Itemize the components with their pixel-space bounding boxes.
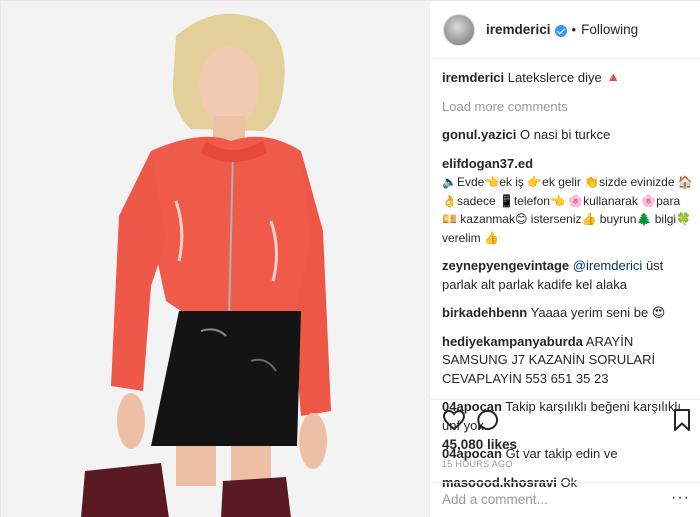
- comment-item: gonul.yazici O nasi bi turkce: [442, 126, 694, 145]
- bookmark-icon[interactable]: [670, 408, 694, 432]
- add-comment-input[interactable]: [442, 492, 662, 507]
- post-sidebar: iremderici • Following iremderici Lateks…: [429, 1, 700, 517]
- comment-username[interactable]: gonul.yazici: [442, 127, 516, 142]
- add-comment-bar: ···: [430, 482, 700, 517]
- avatar[interactable]: [443, 13, 475, 46]
- comment-text: Yaaaa yerim seni be 😍: [530, 305, 666, 320]
- comment-text: 🔈Evde👈ek iş 👉ek gelir 👏sizde evinizde 🏠👌…: [442, 175, 693, 245]
- post-photo[interactable]: [1, 1, 429, 517]
- load-more-comments-button[interactable]: Load more comments: [442, 98, 694, 117]
- post-header: iremderici • Following: [430, 1, 700, 59]
- verified-badge-icon: [554, 24, 567, 37]
- more-options-icon[interactable]: ···: [671, 489, 690, 507]
- header-separator: •: [571, 22, 577, 37]
- comment-icon[interactable]: [476, 408, 500, 432]
- comment-username[interactable]: hediyekampanyaburda: [442, 334, 583, 349]
- caption-text: Lateksler​ce diye 🔺: [507, 70, 622, 85]
- caption-username[interactable]: iremderici: [442, 70, 504, 85]
- comment-username[interactable]: zeynepyengevintage: [442, 258, 569, 273]
- comment-item: zeynepyengevintage @iremderici üst parla…: [442, 257, 694, 294]
- comment-item: elifdogan37.ed 🔈Evde👈ek iş 👉ek gelir 👏si…: [442, 155, 694, 248]
- comment-username[interactable]: elifdogan37.ed: [442, 156, 533, 171]
- comment-username[interactable]: birkadehbenn: [442, 305, 527, 320]
- comment-mention-link[interactable]: @iremderici: [573, 258, 643, 273]
- heart-icon[interactable]: [442, 408, 466, 432]
- photo-illustration: [1, 1, 429, 517]
- comment-text: Gt var takip edin ve: [505, 446, 618, 461]
- comment-text: O nasi bi turkce: [520, 127, 611, 142]
- header-username[interactable]: iremderici: [486, 22, 551, 37]
- comment-item: birkadehbenn Yaaaa yerim seni be 😍: [442, 304, 694, 323]
- likes-count[interactable]: 45,080 likes: [442, 437, 517, 452]
- post-timestamp[interactable]: 15 HOURS AGO: [442, 459, 513, 469]
- comment-item: hediyekampanyaburda ARAYİN SAMSUNG J7 KA…: [442, 333, 694, 389]
- following-button[interactable]: Following: [581, 22, 638, 37]
- instagram-post-window: iremderici • Following iremderici Lateks…: [0, 0, 700, 517]
- caption: iremderici Lateksler​ce diye 🔺: [442, 69, 694, 88]
- post-actions-bar: [430, 399, 700, 439]
